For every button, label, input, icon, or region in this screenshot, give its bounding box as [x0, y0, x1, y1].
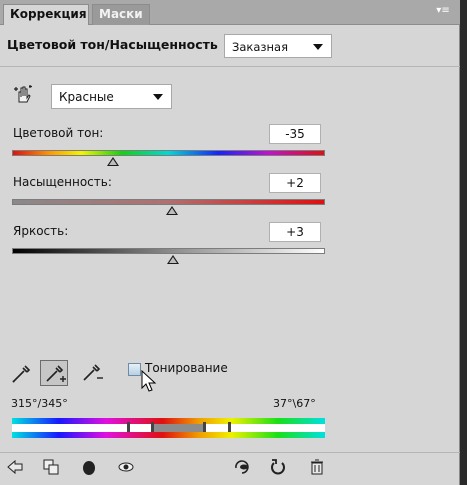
color-range-selection[interactable]	[153, 424, 205, 432]
divider	[0, 66, 460, 67]
preset-select[interactable]: Заказная	[224, 34, 332, 58]
panel-menu-icon[interactable]: ▾≡	[436, 6, 450, 18]
mouse-cursor-icon	[141, 370, 157, 392]
hue-input[interactable]: -35	[269, 124, 321, 144]
adjustment-title: Цветовой тон/Насыщенность	[7, 37, 218, 52]
lightness-slider-thumb[interactable]	[167, 255, 179, 264]
tab-masks[interactable]: Маски	[92, 4, 150, 25]
hue-slider-thumb[interactable]	[107, 157, 119, 166]
target-adjust-hand-icon[interactable]	[12, 83, 34, 105]
tab-bar: Коррекция Маски ▾≡	[0, 0, 460, 25]
back-arrow-icon[interactable]	[6, 458, 24, 476]
saturation-slider-thumb[interactable]	[166, 206, 178, 215]
view-previous-icon[interactable]	[233, 458, 251, 476]
range-readout-left: 315°/345°	[11, 397, 68, 410]
range-readout-right: 37°\67°	[273, 397, 316, 410]
saturation-label: Насыщенность:	[13, 175, 112, 189]
adjustments-panel: Коррекция Маски ▾≡ Цветовой тон/Насыщенн…	[0, 0, 460, 485]
tab-adjustments[interactable]: Коррекция	[3, 4, 89, 25]
lightness-label: Яркость:	[13, 224, 69, 238]
visibility-eye-icon[interactable]	[117, 458, 135, 476]
lightness-slider-track[interactable]	[12, 248, 325, 254]
layer-mask-icon[interactable]	[80, 458, 98, 476]
color-range-bar-bottom	[12, 432, 325, 438]
lightness-input[interactable]: +3	[269, 222, 321, 242]
eyedropper-plus-icon	[46, 365, 66, 382]
preset-select-value: Заказная	[232, 40, 289, 54]
eyedropper-icon[interactable]	[8, 360, 36, 386]
saturation-slider-track[interactable]	[12, 199, 325, 205]
chevron-down-icon	[153, 94, 163, 100]
hue-label: Цветовой тон:	[13, 126, 104, 140]
panel-footer	[0, 452, 460, 485]
chevron-down-icon	[313, 44, 323, 50]
hue-slider-track[interactable]	[12, 150, 325, 156]
clip-layer-icon[interactable]	[42, 458, 60, 476]
eyedropper-plus-tool[interactable]	[40, 360, 68, 386]
channel-select-value: Красные	[59, 90, 114, 104]
saturation-input[interactable]: +2	[269, 173, 321, 193]
eyedropper-minus-icon[interactable]	[78, 360, 106, 386]
channel-select[interactable]: Красные	[51, 84, 172, 109]
trash-icon[interactable]	[308, 458, 326, 476]
reset-icon[interactable]	[269, 458, 287, 476]
